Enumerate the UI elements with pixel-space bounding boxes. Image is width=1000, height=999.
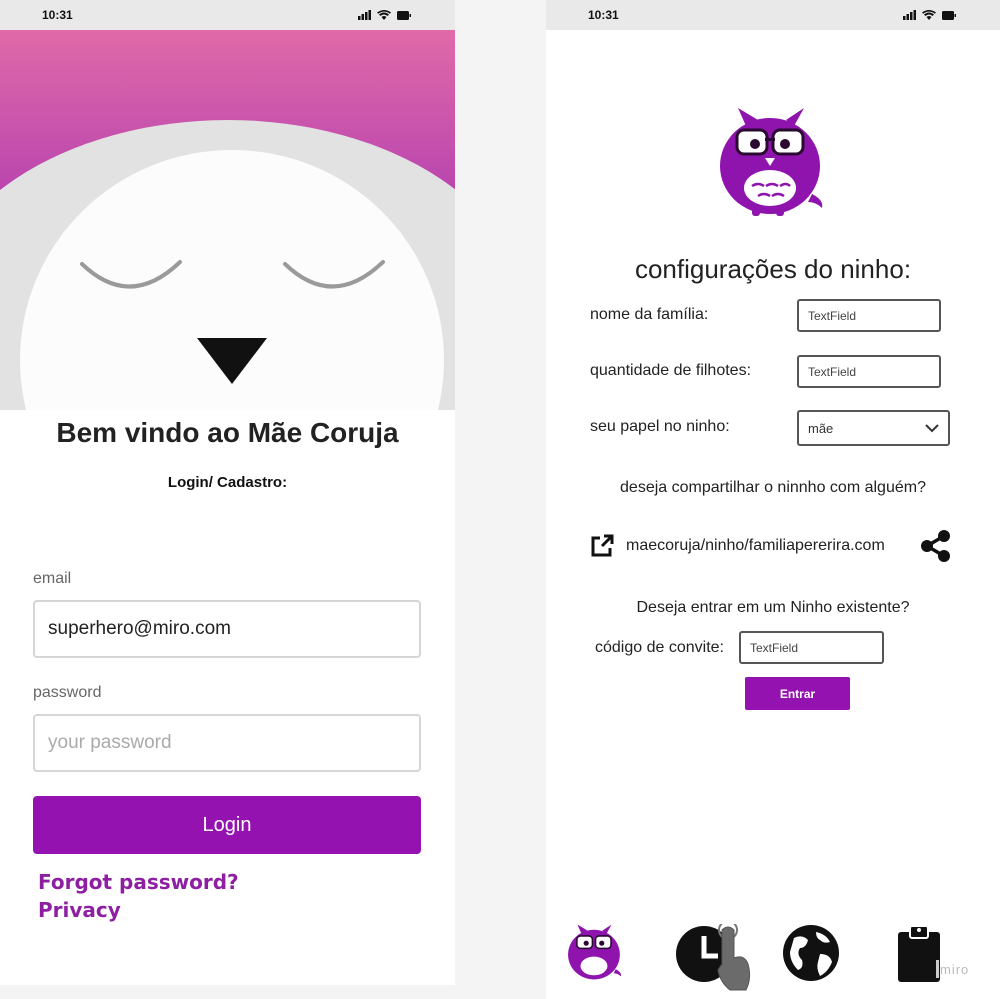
- owl-logo-icon: [716, 104, 828, 223]
- status-icons: [903, 10, 956, 20]
- chevron-down-icon: [925, 423, 939, 432]
- password-field[interactable]: [33, 714, 421, 772]
- password-label: password: [33, 684, 102, 701]
- role-label: seu papel no ninho:: [590, 418, 730, 435]
- family-name-field[interactable]: [797, 299, 941, 332]
- bottom-nav: [546, 920, 1000, 995]
- email-field[interactable]: [33, 600, 421, 658]
- miro-watermark: miro: [940, 962, 970, 977]
- login-screen: 10:31 Bem vindo ao Mãe Coruja Login/ Cad…: [0, 0, 455, 985]
- status-bar: 10:31: [0, 0, 455, 30]
- page-title: configurações do ninho:: [634, 254, 912, 284]
- enter-button[interactable]: Entrar: [745, 677, 850, 710]
- owl-hero-illustration: [0, 30, 455, 410]
- nav-clipboard-icon[interactable]: [896, 924, 942, 989]
- invite-code-field[interactable]: [739, 631, 884, 664]
- login-subtitle: Login/ Cadastro:: [167, 474, 288, 491]
- share-link-row: maecoruja/ninho/familiapererira.com: [590, 528, 952, 564]
- signal-icon: [358, 10, 371, 20]
- share-icon[interactable]: [920, 529, 952, 563]
- join-question: Deseja entrar em um Ninho existente?: [636, 599, 910, 616]
- battery-icon: [942, 10, 956, 20]
- invite-code-label: código de convite:: [595, 639, 724, 656]
- canvas: 10:31 Bem vindo ao Mãe Coruja Login/ Cad…: [0, 0, 1000, 999]
- nest-settings-screen: 10:31 configurações do ninho: nome da fa…: [546, 0, 1000, 999]
- watermark-bar: [936, 960, 939, 978]
- wifi-icon: [922, 10, 936, 20]
- hand-pointer-icon: [717, 920, 751, 991]
- kids-count-field[interactable]: [797, 355, 941, 388]
- signal-icon: [903, 10, 916, 20]
- status-bar: 10:31: [546, 0, 1000, 30]
- welcome-title: Bem vindo ao Mãe Coruja: [56, 417, 399, 448]
- login-button[interactable]: Login: [33, 796, 421, 854]
- status-time: 10:31: [588, 8, 619, 22]
- privacy-link[interactable]: Privacy: [38, 898, 121, 922]
- battery-icon: [397, 10, 411, 20]
- email-label: email: [33, 570, 72, 587]
- status-time: 10:31: [42, 8, 73, 22]
- share-question: deseja compartilhar o ninnho com alguém?: [620, 479, 926, 496]
- nav-owl-icon[interactable]: [566, 922, 624, 987]
- role-selected-value: mãe: [808, 420, 834, 436]
- forgot-password-link[interactable]: Forgot password?: [38, 870, 239, 894]
- external-link-icon[interactable]: [590, 534, 614, 558]
- family-name-label: nome da família:: [590, 306, 709, 323]
- status-icons: [358, 10, 411, 20]
- share-url[interactable]: maecoruja/ninho/familiapererira.com: [626, 537, 920, 555]
- nav-clock-icon[interactable]: [674, 920, 764, 999]
- nav-globe-icon[interactable]: [782, 924, 840, 987]
- role-select[interactable]: mãe: [797, 410, 950, 446]
- kids-count-label: quantidade de filhotes:: [590, 362, 752, 379]
- wifi-icon: [377, 10, 391, 20]
